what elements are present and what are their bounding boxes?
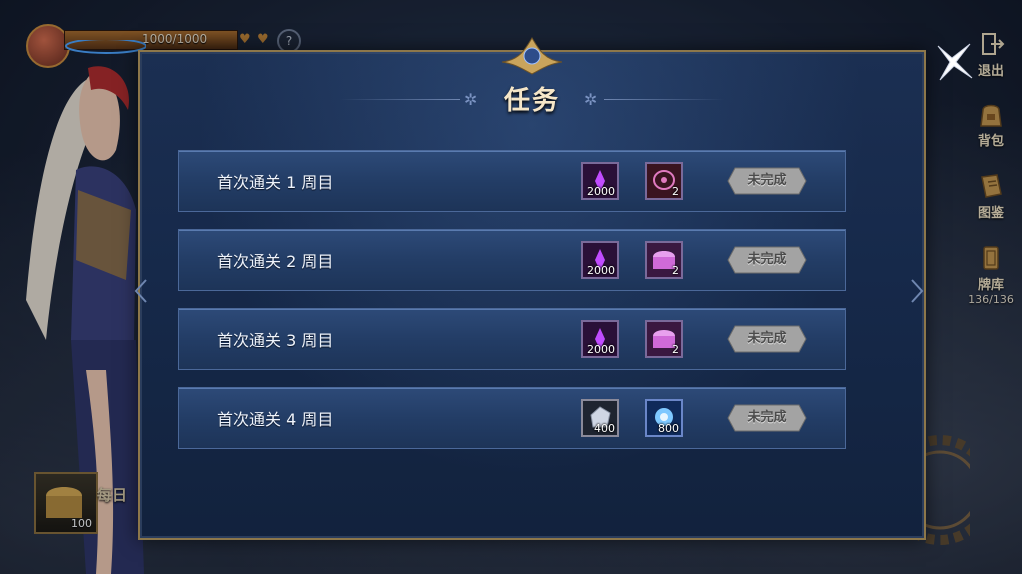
status-text: 未完成	[747, 331, 787, 346]
reward-item[interactable]: 2	[645, 162, 683, 200]
task-label: 首次通关 4 周目	[217, 410, 334, 429]
crest-emblem	[501, 37, 563, 75]
reward-qty: 800	[658, 422, 679, 435]
reward-item[interactable]: 2000	[581, 162, 619, 200]
status-button[interactable]: 未完成	[727, 167, 807, 195]
arrow-right-icon[interactable]	[910, 278, 924, 304]
reward-qty: 400	[594, 422, 615, 435]
reward-qty: 2	[672, 343, 679, 356]
reward-item[interactable]: 2000	[581, 241, 619, 279]
reward-item[interactable]: 400	[581, 399, 619, 437]
task-row: 首次通关 1 周目 2000 2 未完成	[178, 150, 846, 212]
reward-qty: 2	[672, 185, 679, 198]
task-label: 首次通关 2 周目	[217, 252, 334, 271]
task-row: 首次通关 4 周目 400 800 未完成	[178, 387, 846, 449]
reward-qty: 2000	[587, 185, 615, 198]
reward-item[interactable]: 2	[645, 241, 683, 279]
modal-title: 任务	[503, 86, 560, 116]
status-button[interactable]: 未完成	[727, 246, 807, 274]
status-text: 未完成	[747, 252, 787, 267]
status-button[interactable]: 未完成	[727, 325, 807, 353]
task-label: 首次通关 3 周目	[217, 331, 334, 350]
title-divider	[604, 99, 724, 100]
reward-item[interactable]: 2000	[581, 320, 619, 358]
reward-qty: 2000	[587, 343, 615, 356]
reward-qty: 2000	[587, 264, 615, 277]
status-text: 未完成	[747, 173, 787, 188]
close-button[interactable]	[934, 42, 974, 82]
title-bar: ✲ 任务 ✲	[140, 80, 924, 120]
reward-item[interactable]: 2	[645, 320, 683, 358]
reward-item[interactable]: 800	[645, 399, 683, 437]
task-row: 首次通关 3 周目 2000 2 未完成	[178, 308, 846, 370]
status-button[interactable]: 未完成	[727, 404, 807, 432]
arrow-left-icon[interactable]	[134, 278, 148, 304]
task-row: 首次通关 2 周目 2000 2 未完成	[178, 229, 846, 291]
star-icon: ✲	[584, 90, 598, 109]
task-label: 首次通关 1 周目	[217, 173, 334, 192]
reward-qty: 2	[672, 264, 679, 277]
status-text: 未完成	[747, 410, 787, 425]
task-modal: ✲ 任务 ✲ 首次通关 1 周目 2000 2 未完成 首次通关 2 周目 20…	[138, 37, 926, 540]
